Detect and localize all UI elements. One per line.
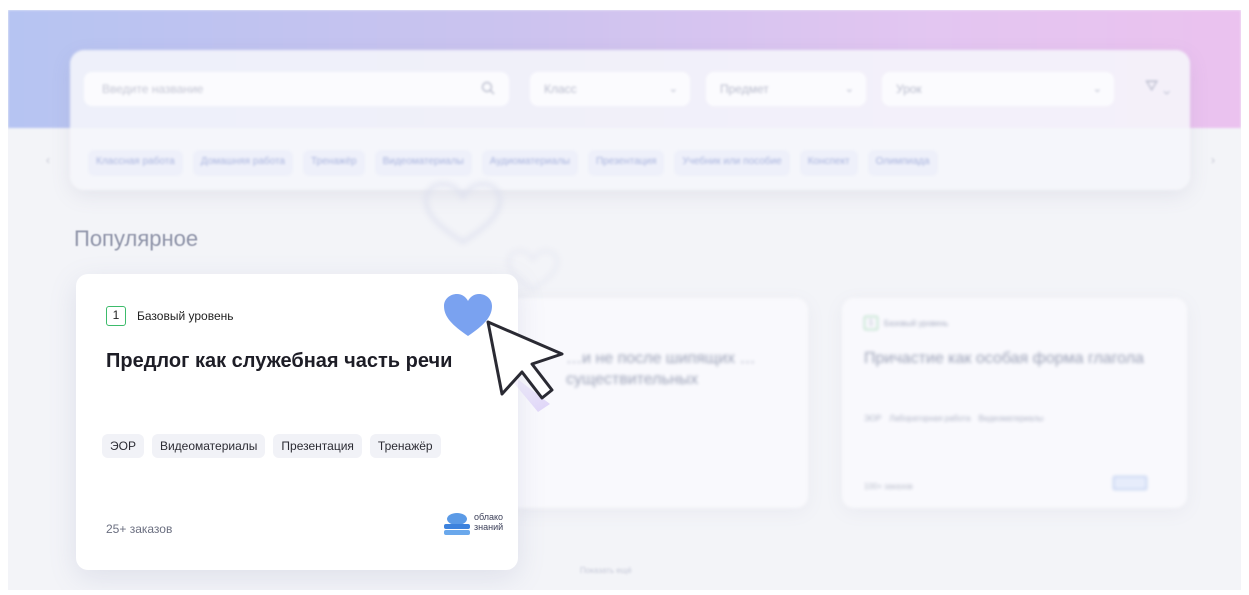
subject-select[interactable]: Предмет ⌄ [706,72,866,106]
tag: Видеоматериалы [151,434,266,458]
search-placeholder: Введите название [102,82,204,96]
tag: Презентация [273,434,362,458]
level-badge: 1 Базовый уровень [106,306,234,326]
category-chips: Классная работа Домашняя работа Тренажёр… [88,150,1178,176]
category-chip[interactable]: Учебник или пособие [674,150,790,176]
featured-resource-card[interactable]: 1 Базовый уровень Предлог как служебная … [76,274,518,570]
level-label: Базовый уровень [137,309,234,323]
chevron-right-icon[interactable]: › [1211,153,1215,167]
chevron-left-icon[interactable]: ‹ [46,153,50,167]
page: Введите название Класс ⌄ Предмет ⌄ Урок … [8,10,1241,590]
card-tags: ЭОР Лабораторная работа Видеоматериалы [864,414,1084,423]
filter-panel: Введите название Класс ⌄ Предмет ⌄ Урок … [70,50,1190,190]
heart-outline-icon [424,182,502,244]
lesson-select[interactable]: Урок ⌄ [882,72,1114,106]
chevron-down-icon: ⌄ [844,83,854,95]
category-chip[interactable]: Классная работа [88,150,183,176]
filter-icon: ⛛ ⌄ [1145,78,1171,95]
publisher-logo [718,476,788,490]
tag: Видеоматериалы [978,414,1044,423]
logo-text: облако знаний [474,512,504,532]
tag: Тренажёр [369,434,441,458]
card-title: …и не после шипящих … существительных [566,350,756,388]
cloud-books-icon [444,513,470,535]
search-icon[interactable] [481,81,495,95]
tag: Лабораторная работа [889,414,971,423]
card-title[interactable]: Предлог как служебная часть речи [106,350,452,373]
category-chip[interactable]: Аудиоматериалы [481,150,578,176]
orders-count: 25+ заказов [106,522,173,536]
card-tags: ЭОР Видеоматериалы Презентация Тренажёр [102,434,462,458]
orders-count: 100+ заказов [864,482,913,491]
category-chip[interactable]: Тренажёр [303,150,365,176]
class-select[interactable]: Класс ⌄ [530,72,690,106]
level-number: 1 [106,306,126,326]
filter-button[interactable]: ⛛ ⌄ [1145,78,1170,96]
chevron-down-icon: ⌄ [1092,83,1102,95]
category-chip[interactable]: Олимпиада [867,150,938,176]
lesson-select-value: Урок [896,82,922,96]
chevron-down-icon: ⌄ [668,83,678,95]
subject-select-value: Предмет [720,82,769,96]
publisher-logo: облако знаний [442,510,508,540]
search-input[interactable]: Введите название [84,72,509,106]
level-number: 1 [864,316,878,330]
class-select-value: Класс [544,82,577,96]
category-chip[interactable]: Презентация [587,150,665,176]
resource-card[interactable]: 1 Базовый уровень Причастие как особая ф… [842,298,1187,508]
level-badge: 1 Базовый уровень [864,316,948,330]
pointer-cursor-icon [486,320,564,412]
publisher-logo [1113,476,1147,490]
category-chip[interactable]: Видеоматериалы [374,150,472,176]
card-title: Причастие как особая форма глагола [864,350,1144,367]
category-chip[interactable]: Домашняя работа [192,150,293,176]
category-chip[interactable]: Конспект [799,150,858,176]
level-label: Базовый уровень [884,318,949,328]
tag: ЭОР [102,434,144,458]
section-title: Популярное [74,226,199,251]
show-more-link[interactable]: Показать ещё [580,566,632,575]
tag: ЭОР [864,414,882,423]
